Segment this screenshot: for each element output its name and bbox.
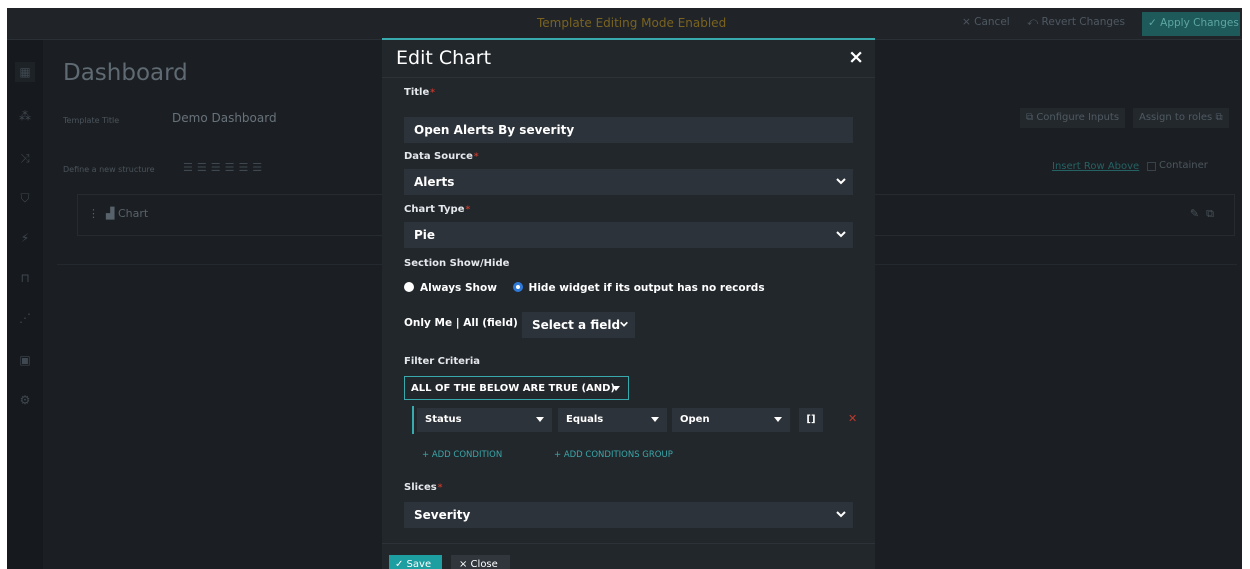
visibility-radio-group: Always Show Hide widget if its output ha… — [404, 282, 765, 294]
slices-select[interactable]: Severity — [404, 502, 853, 528]
edit-chart-modal: Edit Chart × Title* Open Alerts By sever… — [382, 38, 875, 569]
only-me-select-value: Select a field — [532, 318, 621, 332]
remove-condition-icon[interactable]: ✕ — [848, 412, 857, 425]
cancel-button[interactable]: × Cancel — [962, 16, 1010, 28]
condition-operator-value: Equals — [566, 414, 604, 425]
condition-value-select[interactable]: Open — [672, 408, 790, 432]
filter-criteria-label: Filter Criteria — [404, 356, 481, 367]
condition-value-value: Open — [680, 414, 710, 425]
data-source-value: Alerts — [414, 175, 455, 189]
chevron-down-icon — [836, 231, 846, 238]
section-show-hide-label: Section Show/Hide — [404, 258, 510, 269]
only-me-field-select[interactable]: Select a field — [522, 312, 635, 338]
apps-icon[interactable]: ▣ — [15, 350, 35, 370]
container-label: Container — [1159, 160, 1208, 171]
chart-type-label: Chart Type* — [404, 204, 471, 215]
hide-widget-radio[interactable]: Hide widget if its output has no records — [512, 282, 765, 294]
automation-icon[interactable]: ⚡ — [15, 228, 35, 248]
chevron-down-icon — [620, 321, 628, 327]
close-button[interactable]: × Close — [451, 555, 510, 569]
slices-value: Severity — [414, 508, 471, 522]
template-title-value[interactable]: Demo Dashboard — [172, 111, 277, 125]
briefcase-icon[interactable]: ⊓ — [15, 268, 35, 288]
brackets-button[interactable]: [] — [799, 408, 823, 432]
close-icon[interactable]: × — [848, 46, 864, 68]
condition-operator-select[interactable]: Equals — [558, 408, 667, 432]
title-label: Title* — [404, 87, 435, 98]
data-source-select[interactable]: Alerts — [404, 169, 853, 195]
edit-icon[interactable]: ✎ — [1190, 207, 1199, 220]
page-title: Dashboard — [63, 60, 188, 86]
add-condition-link[interactable]: + ADD CONDITION — [422, 450, 502, 460]
logic-operator-select[interactable]: ALL OF THE BELOW ARE TRUE (AND) — [404, 376, 629, 400]
always-show-radio[interactable]: Always Show — [404, 282, 497, 294]
caret-down-icon — [536, 417, 544, 422]
reports-icon[interactable]: ⋰ — [15, 308, 35, 328]
chart-icon: ▟ — [106, 207, 115, 220]
dashboard-icon[interactable]: ▦ — [15, 62, 35, 82]
modal-footer: ✓ Save × Close — [382, 543, 875, 569]
caret-down-icon — [774, 417, 782, 422]
copy-icon[interactable]: ⧉ — [1206, 207, 1214, 220]
condition-field-value: Status — [425, 414, 462, 425]
queue-icon[interactable]: ⁂ — [15, 106, 35, 126]
container-checkbox[interactable] — [1147, 162, 1156, 171]
template-title-label: Template Title — [63, 116, 120, 125]
data-source-label: Data Source* — [404, 151, 479, 162]
title-input[interactable]: Open Alerts By severity — [404, 117, 853, 143]
condition-field-select[interactable]: Status — [417, 408, 552, 432]
modal-title: Edit Chart — [396, 47, 492, 69]
only-me-label: Only Me | All (field) : — [404, 317, 526, 329]
slices-label: Slices* — [404, 482, 443, 493]
chart-type-value: Pie — [414, 228, 436, 242]
save-button[interactable]: ✓ Save — [389, 555, 442, 569]
caret-down-icon — [651, 417, 659, 422]
assign-roles-button[interactable]: Assign to roles ⧉ — [1133, 108, 1229, 128]
condition-group-bar — [412, 406, 414, 434]
configure-inputs-button[interactable]: ⧉ Configure Inputs — [1020, 108, 1126, 128]
chart-widget-label: Chart — [117, 207, 149, 220]
caret-down-icon — [612, 386, 620, 391]
template-edit-bar: Template Editing Mode Enabled × Cancel ⤺… — [7, 8, 1242, 40]
add-conditions-group-link[interactable]: + ADD CONDITIONS GROUP — [554, 450, 673, 460]
insert-row-above-link[interactable]: Insert Row Above — [1052, 161, 1139, 172]
sidebar: ▦ ⁂ ⤨ ⛉ ⚡ ⊓ ⋰ ▣ ⚙ — [7, 40, 43, 569]
chevron-down-icon — [836, 178, 846, 185]
layout-options[interactable]: ☰☰☰☰☰☰ — [183, 161, 266, 174]
apply-changes-button[interactable]: ✓ Apply Changes — [1142, 12, 1240, 36]
logic-operator-value: ALL OF THE BELOW ARE TRUE (AND) — [411, 383, 616, 394]
structure-label: Define a new structure — [63, 165, 155, 174]
settings-icon[interactable]: ⚙ — [15, 390, 35, 410]
editing-mode-banner: Template Editing Mode Enabled — [537, 16, 727, 30]
modal-header: Edit Chart × — [382, 40, 875, 78]
chart-type-select[interactable]: Pie — [404, 222, 853, 248]
chevron-down-icon — [836, 511, 846, 518]
shield-icon[interactable]: ⛉ — [15, 188, 35, 208]
revert-changes-button[interactable]: ⤺ Revert Changes — [1027, 16, 1125, 29]
drag-handle-icon[interactable]: ⋮ — [88, 207, 99, 220]
incidents-icon[interactable]: ⤨ — [15, 148, 35, 168]
